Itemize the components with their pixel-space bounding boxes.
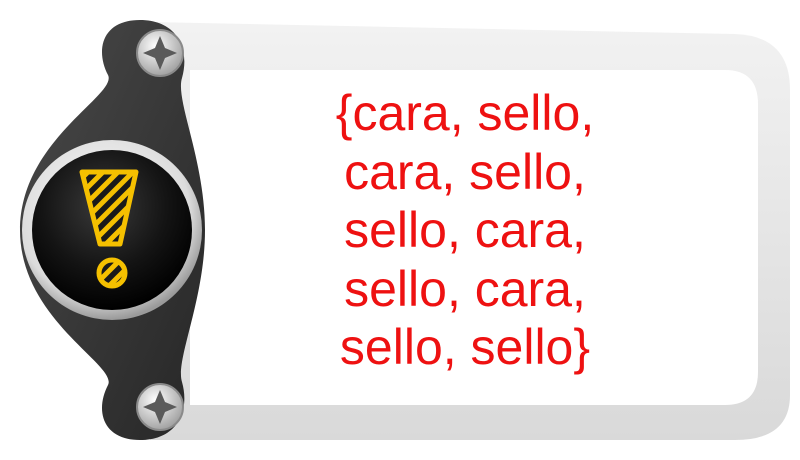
outcome-list: {cara, sello, cara, sello, sello, cara, … bbox=[250, 84, 680, 377]
notice-card: {cara, sello, cara, sello, sello, cara, … bbox=[0, 0, 800, 460]
outcome-line: {cara, sello, bbox=[335, 85, 595, 141]
outcome-line: cara, sello, bbox=[344, 143, 586, 200]
outcome-line: sello, sello} bbox=[339, 319, 591, 375]
screw-icon bbox=[136, 29, 184, 77]
screw-icon bbox=[136, 383, 184, 431]
outcome-line: sello, cara, bbox=[344, 202, 586, 258]
outcome-line: sello, cara, bbox=[344, 260, 586, 317]
